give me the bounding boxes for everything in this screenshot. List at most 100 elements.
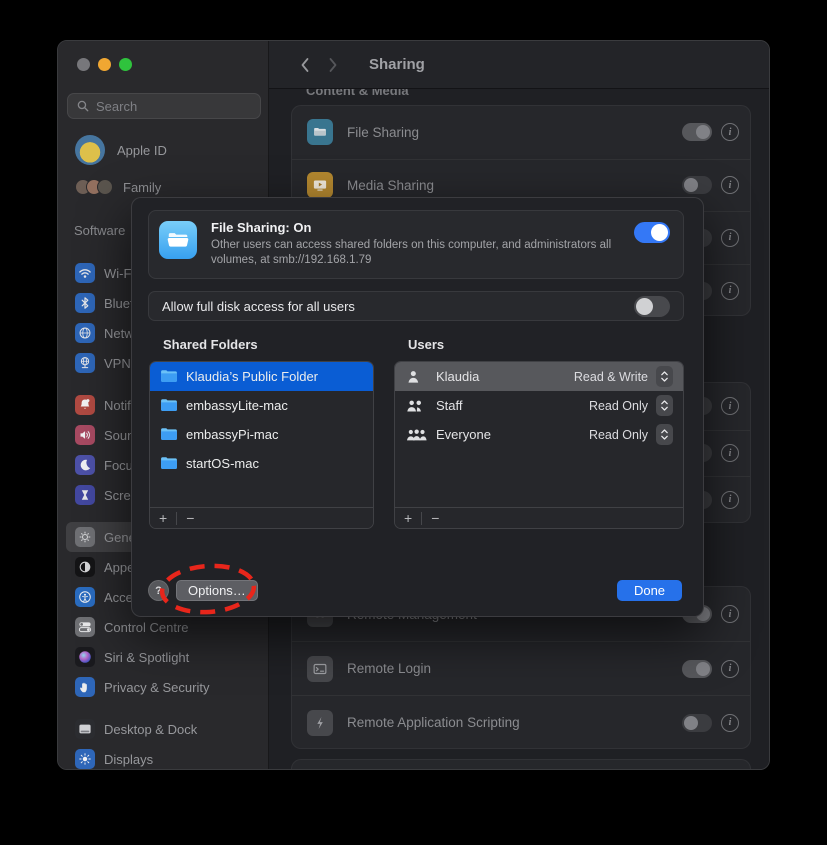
options-button[interactable]: Options… xyxy=(176,580,258,601)
users-title: Users xyxy=(408,337,444,352)
user-row[interactable]: Klaudia Read & Write xyxy=(395,362,683,391)
sidebar-item-icon xyxy=(75,749,95,769)
settings-row: File Sharing i xyxy=(292,106,750,159)
sidebar-item-label: Siri & Spotlight xyxy=(104,650,189,665)
settings-toggle[interactable] xyxy=(682,714,712,732)
system-settings-window: Search Apple ID Family Software Wi-Fi Bl… xyxy=(57,40,770,770)
forward-button[interactable] xyxy=(328,57,339,73)
info-icon[interactable]: i xyxy=(721,714,739,732)
settings-toggle[interactable] xyxy=(682,123,712,141)
info-icon[interactable]: i xyxy=(721,282,739,300)
sidebar-item-icon xyxy=(75,263,95,283)
full-disk-label: Allow full disk access for all users xyxy=(162,299,634,314)
info-icon[interactable]: i xyxy=(721,491,739,509)
folder-icon xyxy=(160,456,178,471)
permission-stepper[interactable] xyxy=(656,395,673,416)
page-title: Sharing xyxy=(369,56,425,73)
user-row[interactable]: Staff Read Only xyxy=(395,391,683,420)
info-icon[interactable]: i xyxy=(721,123,739,141)
file-sharing-toggle[interactable] xyxy=(634,222,670,243)
remove-folder-button[interactable]: − xyxy=(186,511,194,525)
remove-user-button[interactable]: − xyxy=(431,511,439,525)
sidebar-item-icon xyxy=(75,485,95,505)
sidebar-item-icon xyxy=(75,557,95,577)
file-sharing-header-card: File Sharing: On Other users can access … xyxy=(148,210,684,279)
settings-row-label: Remote Login xyxy=(347,661,682,676)
sidebar-item-label: Desktop & Dock xyxy=(104,722,197,737)
folder-icon xyxy=(160,398,178,413)
sidebar-item-icon xyxy=(75,323,95,343)
sidebar-item[interactable]: Displays xyxy=(66,744,260,770)
software-update-notice[interactable]: Software xyxy=(74,223,125,238)
folder-row[interactable]: embassyPi-mac xyxy=(150,420,373,449)
permission-stepper[interactable] xyxy=(656,366,673,387)
info-icon[interactable]: i xyxy=(721,605,739,623)
sidebar-item[interactable]: Siri & Spotlight xyxy=(66,642,260,672)
sidebar-item-icon xyxy=(75,293,95,313)
users-list: Klaudia Read & Write Staff Read Only xyxy=(394,361,684,529)
sidebar-item-apple-id[interactable]: Apple ID xyxy=(75,135,167,165)
sidebar-item-family[interactable]: Family xyxy=(75,179,161,195)
settings-toggle[interactable] xyxy=(682,660,712,678)
user-permission: Read & Write xyxy=(574,370,648,384)
info-icon[interactable]: i xyxy=(721,397,739,415)
folder-row[interactable]: embassyLite-mac xyxy=(150,391,373,420)
user-row[interactable]: Everyone Read Only xyxy=(395,420,683,449)
user-name: Staff xyxy=(436,398,589,413)
info-icon[interactable]: i xyxy=(721,176,739,194)
zoom-button[interactable] xyxy=(119,58,132,71)
folder-row[interactable]: Klaudia’s Public Folder xyxy=(150,362,373,391)
divider xyxy=(176,512,177,525)
settings-row-label: Remote Application Scripting xyxy=(347,715,682,730)
desktop: Search Apple ID Family Software Wi-Fi Bl… xyxy=(0,0,827,845)
settings-row-icon xyxy=(307,656,333,682)
sidebar-item-label: VPN xyxy=(104,356,131,371)
shared-folders-list: Klaudia’s Public Folder embassyLite-mac … xyxy=(149,361,374,529)
dialog-title: File Sharing: On xyxy=(211,220,311,235)
user-icon xyxy=(405,427,430,442)
search-input[interactable]: Search xyxy=(67,93,261,119)
sidebar-item-label: Privacy & Security xyxy=(104,680,209,695)
close-button[interactable] xyxy=(77,58,90,71)
sidebar-item-label: Control Centre xyxy=(104,620,189,635)
info-icon[interactable]: i xyxy=(721,444,739,462)
shared-folders-title: Shared Folders xyxy=(163,337,258,352)
done-button[interactable]: Done xyxy=(617,580,682,601)
folder-name: Klaudia’s Public Folder xyxy=(186,369,318,384)
sidebar-item[interactable]: Privacy & Security xyxy=(66,672,260,702)
title-bar: Sharing xyxy=(269,41,770,89)
sidebar-item[interactable]: Desktop & Dock xyxy=(66,714,260,744)
family-avatars xyxy=(75,179,113,195)
sidebar-item-icon xyxy=(75,647,95,667)
window-controls xyxy=(77,58,132,71)
family-label: Family xyxy=(123,180,161,195)
settings-toggle[interactable] xyxy=(682,176,712,194)
folder-icon xyxy=(160,369,178,384)
search-placeholder: Search xyxy=(96,99,137,114)
info-icon[interactable]: i xyxy=(721,229,739,247)
add-folder-button[interactable]: + xyxy=(159,511,167,525)
file-sharing-icon xyxy=(159,221,197,259)
sidebar-item-icon xyxy=(75,395,95,415)
full-disk-card: Allow full disk access for all users xyxy=(148,291,684,321)
settings-row-icon xyxy=(307,172,333,198)
add-user-button[interactable]: + xyxy=(404,511,412,525)
settings-row-label: File Sharing xyxy=(347,125,682,140)
permission-stepper[interactable] xyxy=(656,424,673,445)
folder-icon xyxy=(160,427,178,442)
sidebar-item-icon xyxy=(75,353,95,373)
help-button[interactable]: ? xyxy=(148,580,169,601)
user-icon xyxy=(405,369,430,384)
info-icon[interactable]: i xyxy=(721,660,739,678)
sidebar-item-label: Wi-Fi xyxy=(104,266,134,281)
sidebar-item-icon xyxy=(75,719,95,739)
full-disk-toggle[interactable] xyxy=(634,296,670,317)
folder-row[interactable]: startOS-mac xyxy=(150,449,373,478)
back-button[interactable] xyxy=(299,57,310,73)
user-name: Klaudia xyxy=(436,369,574,384)
file-sharing-dialog: File Sharing: On Other users can access … xyxy=(131,197,704,617)
sidebar-item-icon xyxy=(75,455,95,475)
minimize-button[interactable] xyxy=(98,58,111,71)
user-name: Everyone xyxy=(436,427,589,442)
avatar xyxy=(75,135,105,165)
